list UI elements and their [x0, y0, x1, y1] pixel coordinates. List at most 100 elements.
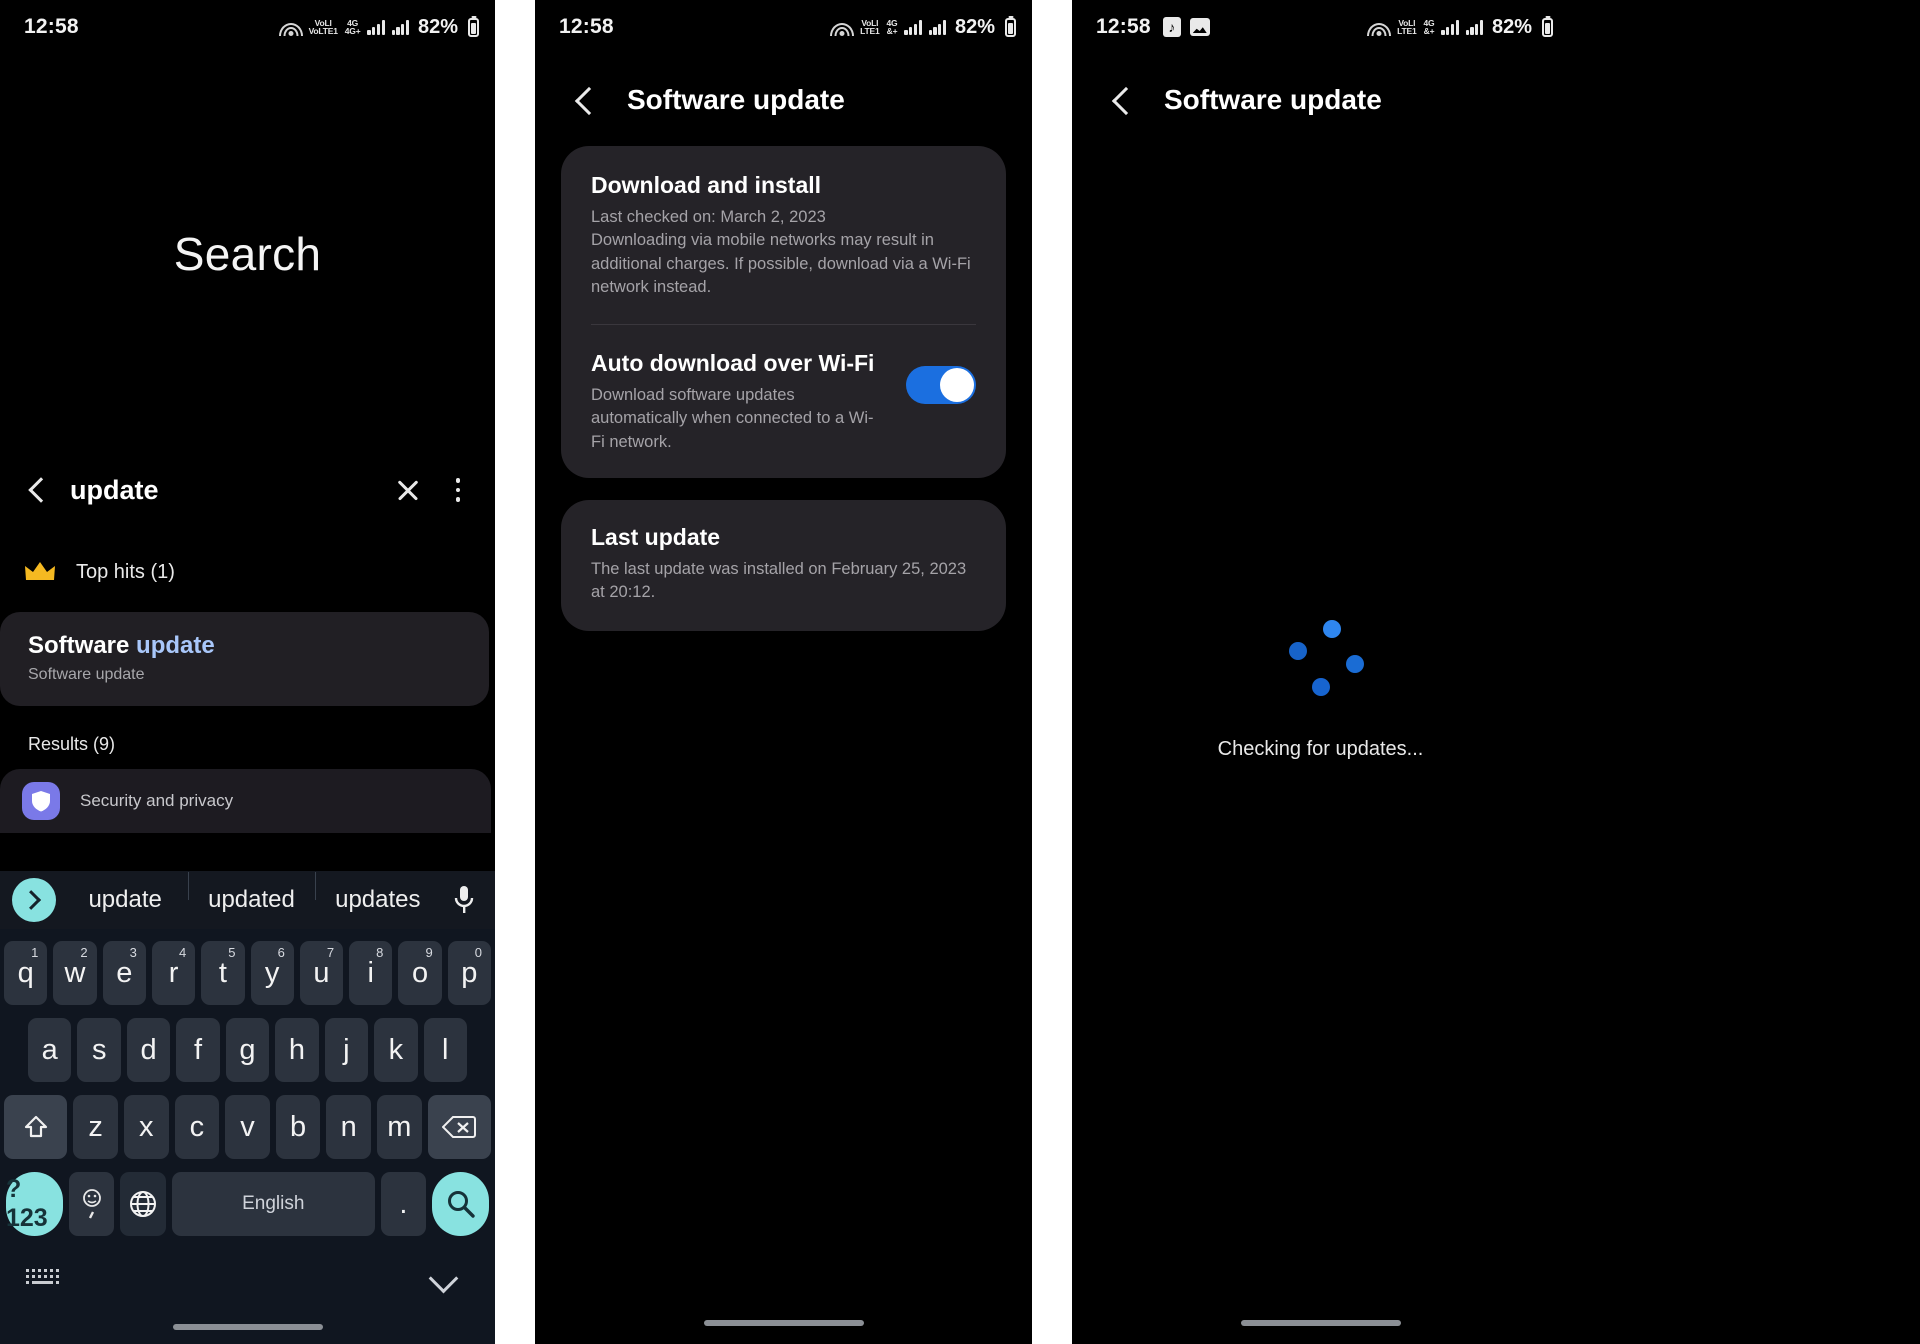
suggestion-item-2[interactable]: updates — [314, 872, 441, 914]
search-key[interactable] — [432, 1172, 490, 1236]
signal-bars-sim2-icon — [1465, 19, 1483, 35]
app-header-update: Software update — [535, 54, 1032, 146]
screenshot-stage: 12:58 VoLl VoLTE1 4G 4G+ 82% Search update — [0, 0, 1920, 1344]
signal-bars-sim1-icon — [1441, 19, 1459, 35]
top-hits-label: Top hits (1) — [76, 560, 175, 583]
suggestion-items: update updated updates — [62, 872, 441, 914]
signal-bars-sim1-icon — [904, 19, 922, 35]
signal-bars-sim2-icon — [928, 19, 946, 35]
key-p[interactable]: 0p — [447, 941, 491, 1005]
language-globe-key[interactable] — [120, 1172, 166, 1236]
symbols-key[interactable]: ?123 — [6, 1172, 63, 1236]
list-item[interactable]: Security and privacy — [0, 769, 491, 833]
signal-bars-sim2-icon — [391, 19, 409, 35]
download-install-note: Downloading via mobile networks may resu… — [591, 231, 971, 297]
key-s[interactable]: s — [77, 1018, 121, 1082]
suggestion-item-0[interactable]: update — [62, 886, 188, 914]
period-key[interactable]: . — [380, 1172, 427, 1236]
key-j[interactable]: j — [324, 1018, 369, 1082]
auto-download-row[interactable]: Auto download over Wi-Fi Download softwa… — [561, 323, 1006, 478]
key-e[interactable]: 3e — [102, 941, 146, 1005]
keyboard-row-1: 1q 2w 3e 4r 5t 6y 7u 8i 9o 0p — [0, 941, 495, 1005]
expand-suggestions-icon[interactable] — [12, 878, 56, 922]
back-icon[interactable] — [569, 84, 601, 116]
status-bar-checking: 12:58 VoLlLTE1 4G&+ 82% — [1072, 0, 1569, 54]
hide-keyboard-icon[interactable] — [26, 1268, 60, 1290]
key-d[interactable]: d — [126, 1018, 171, 1082]
battery-percent: 82% — [954, 15, 995, 38]
music-note-icon — [1162, 17, 1181, 37]
space-key[interactable]: English — [171, 1172, 375, 1236]
navigation-pill[interactable] — [172, 1324, 323, 1330]
keyboard-row-3: z x c v b n m — [0, 1095, 495, 1159]
key-n[interactable]: n — [326, 1095, 372, 1159]
key-a[interactable]: a — [28, 1018, 72, 1082]
status-icons: VoLl LTE1 4G &+ 82% — [831, 16, 1016, 39]
search-input[interactable]: update — [70, 475, 373, 506]
cast-icon — [1368, 18, 1390, 36]
auto-download-note: Download software updates automatically … — [591, 385, 874, 451]
key-z[interactable]: z — [73, 1095, 118, 1159]
download-install-row[interactable]: Download and install Last checked on: Ma… — [561, 146, 1006, 324]
key-g[interactable]: g — [225, 1018, 270, 1082]
keyboard-row-4: ?123 English . — [0, 1172, 495, 1236]
right-edge-fill — [1569, 0, 1920, 1344]
key-f[interactable]: f — [176, 1018, 220, 1082]
key-o[interactable]: 9o — [398, 941, 442, 1005]
status-icons: VoLl VoLTE1 4G 4G+ 82% — [280, 16, 479, 39]
key-h[interactable]: h — [275, 1018, 319, 1082]
top-hits-header: Top hits (1) — [0, 526, 495, 600]
status-time: 12:58 — [559, 15, 614, 38]
search-hero: Search — [0, 54, 495, 454]
key-v[interactable]: v — [225, 1095, 270, 1159]
key-t[interactable]: 5t — [201, 941, 245, 1005]
key-r[interactable]: 4r — [151, 941, 196, 1005]
top-hit-title-match: update — [136, 632, 215, 659]
key-i[interactable]: 8i — [349, 941, 393, 1005]
keyboard-row-2: a s d f g h j k l — [0, 1018, 495, 1082]
loading-spinner-icon — [1283, 620, 1364, 696]
battery-icon — [468, 17, 479, 37]
clear-icon[interactable] — [391, 473, 425, 507]
volte-icon: VoLl LTE1 — [860, 17, 880, 36]
panel-divider-2 — [1032, 0, 1072, 1344]
key-u[interactable]: 7u — [299, 941, 344, 1005]
loading-area: Checking for updates... — [1072, 620, 1569, 761]
key-b[interactable]: b — [275, 1095, 321, 1159]
list-item-label: Security and privacy — [80, 791, 234, 810]
image-icon — [1189, 18, 1210, 36]
page-title: Software update — [627, 84, 845, 115]
key-l[interactable]: l — [423, 1018, 467, 1082]
backspace-key[interactable] — [427, 1095, 491, 1159]
emoji-key[interactable] — [68, 1172, 115, 1236]
microphone-icon[interactable] — [441, 885, 487, 915]
navigation-pill[interactable] — [703, 1320, 864, 1326]
battery-percent: 82% — [417, 15, 458, 38]
app-header-checking: Software update — [1072, 54, 1569, 146]
suggestion-item-1[interactable]: updated — [188, 872, 314, 914]
top-hit-card[interactable]: Software update Software update — [0, 612, 489, 706]
navigation-pill[interactable] — [1240, 1320, 1401, 1326]
key-m[interactable]: m — [377, 1095, 422, 1159]
key-c[interactable]: c — [174, 1095, 220, 1159]
key-y[interactable]: 6y — [250, 941, 294, 1005]
shift-key[interactable] — [4, 1095, 68, 1159]
top-hit-subtitle: Software update — [28, 666, 145, 683]
more-options-icon[interactable] — [443, 473, 473, 507]
key-x[interactable]: x — [123, 1095, 169, 1159]
collapse-keyboard-icon[interactable] — [429, 1264, 459, 1294]
keyboard-bottom-bar — [0, 1236, 495, 1302]
key-q[interactable]: 1q — [4, 941, 48, 1005]
back-icon[interactable] — [1106, 84, 1138, 116]
back-icon[interactable] — [22, 475, 52, 505]
key-k[interactable]: k — [374, 1018, 418, 1082]
status-bar-search: 12:58 VoLl VoLTE1 4G 4G+ 82% — [0, 0, 495, 54]
last-update-card[interactable]: Last update The last update was installe… — [561, 499, 1006, 631]
auto-download-toggle[interactable] — [906, 365, 976, 404]
network-4g-icon: 4G &+ — [886, 17, 898, 36]
panel-divider-1 — [495, 0, 535, 1344]
key-w[interactable]: 2w — [53, 941, 97, 1005]
last-update-note: The last update was installed on Februar… — [591, 559, 967, 602]
volte-icon: VoLl LTE1 — [1397, 17, 1417, 36]
update-settings-card: Download and install Last checked on: Ma… — [561, 146, 1006, 478]
